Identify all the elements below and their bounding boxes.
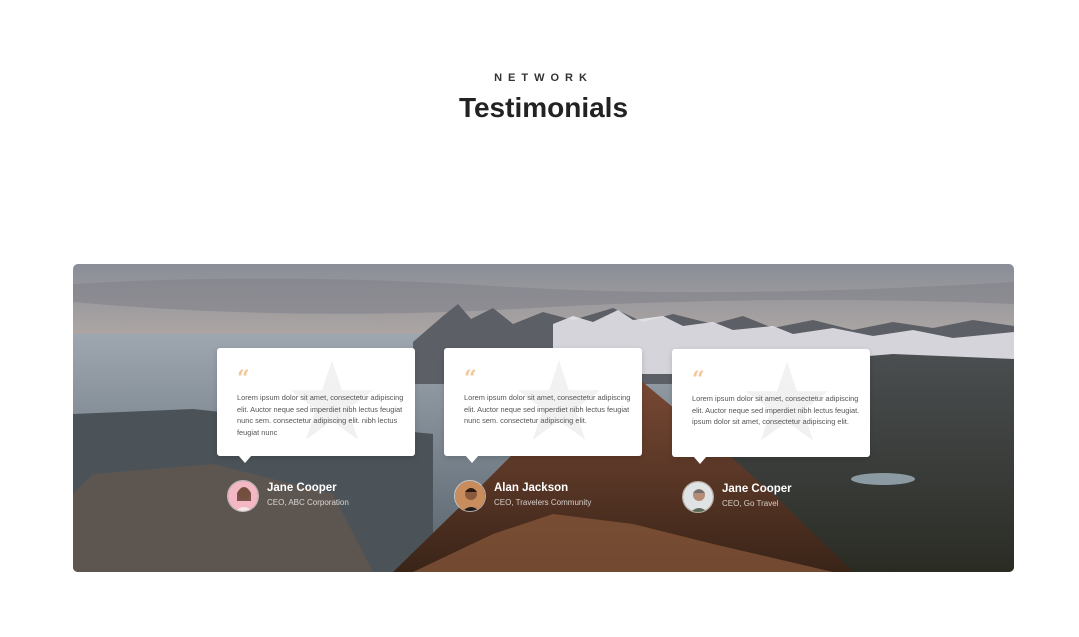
testimonial-card: “ Lorem ipsum dolor sit amet, consectetu… [672,349,870,464]
author-name: Jane Cooper [267,482,337,494]
author-name: Alan Jackson [494,482,569,494]
avatar [454,480,486,512]
avatar [682,481,714,513]
card-tail [465,455,479,463]
avatar [227,480,259,512]
author-role: CEO, Travelers Community [494,498,592,507]
quote-icon: “ [464,366,477,392]
testimonial-text: Lorem ipsum dolor sit amet, consectetur … [237,393,404,437]
card-tail [238,455,252,463]
testimonial-card: “ Lorem ipsum dolor sit amet, consectetu… [217,348,415,463]
testimonial-card: “ Lorem ipsum dolor sit amet, consectetu… [444,348,642,463]
section-eyebrow: NETWORK [494,72,593,84]
testimonials-hero: “ Lorem ipsum dolor sit amet, consectetu… [73,264,1014,572]
section-title: Testimonials [458,92,629,123]
author-role: CEO, Go Travel [722,499,779,508]
testimonial-text: Lorem ipsum dolor sit amet, consectetur … [692,394,860,426]
testimonial-text: Lorem ipsum dolor sit amet, consectetur … [464,393,631,425]
card-tail [693,456,707,464]
author-name: Jane Cooper [722,483,792,495]
quote-icon: “ [692,367,705,393]
quote-icon: “ [237,366,250,392]
author-role: CEO, ABC Corporation [267,498,349,507]
